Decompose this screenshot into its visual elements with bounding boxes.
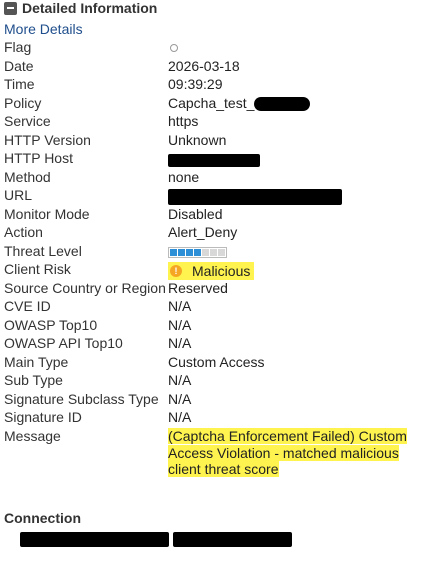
threat-segment [178,248,185,256]
flag-label: Flag [4,39,32,55]
owasp-api-label: OWASP API Top10 [4,335,123,351]
row-threat-level: Threat Level [0,242,424,261]
row-signature-subclass: Signature Subclass Type N/A [0,390,424,409]
row-owasp-api: OWASP API Top10 N/A [0,334,424,353]
row-service: Service https [0,112,424,131]
http-version-label: HTTP Version [4,131,91,148]
sub-type-label: Sub Type [4,372,63,388]
http-host-label: HTTP Host [4,150,73,166]
signature-id-label: Signature ID [4,409,82,425]
row-monitor-mode: Monitor Mode Disabled [0,205,424,224]
owasp-api-value: N/A [168,335,192,351]
cve-id-label: CVE ID [4,298,51,314]
action-label: Action [4,224,43,240]
row-main-type: Main Type Custom Access [0,353,424,372]
message-text: (Captcha Enforcement Failed) Custom Acce… [168,428,407,477]
monitor-mode-label: Monitor Mode [4,205,90,222]
time-value: 09:39:29 [168,76,223,92]
http-version-value: Unknown [168,131,227,148]
client-risk-value: Malicious [192,263,251,279]
connection-redaction-1 [20,532,169,547]
more-details-link[interactable]: More Details [4,21,83,37]
service-label: Service [4,113,51,129]
policy-value: Capcha_test_ [168,94,255,111]
row-http-version: HTTP Version Unknown [0,131,424,150]
main-type-value: Custom Access [168,353,265,370]
http-host-redaction [168,154,260,168]
threat-segment [170,248,177,256]
method-value: none [168,168,200,185]
row-cve-id: CVE ID N/A [0,297,424,316]
detailed-information-header[interactable]: Detailed Information [4,0,157,16]
method-label: Method [4,168,51,185]
source-country-label: Source Country or Region [4,279,166,296]
date-value: 2026-03-18 [168,57,240,74]
row-url: URL [0,186,424,205]
row-date: Date 2026-03-18 [0,57,424,76]
policy-label: Policy [4,94,42,111]
threat-level-label: Threat Level [4,242,82,259]
client-risk-badge: ! Malicious [168,262,255,280]
connection-title: Connection [4,510,81,526]
row-action: Action Alert_Deny [0,223,424,242]
threat-segment [194,248,201,256]
main-type-label: Main Type [4,353,69,370]
client-risk-label: Client Risk [4,261,71,277]
time-label: Time [4,76,35,92]
signature-subclass-value: N/A [168,390,192,407]
source-country-value: Reserved [168,279,228,296]
url-redaction [168,188,342,205]
owasp-top10-label: OWASP Top10 [4,316,98,333]
signature-id-value: N/A [168,409,192,425]
row-method: Method none [0,168,424,187]
row-owasp-top10: OWASP Top10 N/A [0,316,424,335]
threat-segment [210,248,217,256]
connection-redaction-2 [173,532,292,547]
threat-segment [186,248,193,256]
threat-segment [202,248,209,256]
service-value: https [168,113,199,129]
row-flag: Flag [0,38,424,57]
row-signature-id: Signature ID N/A [0,408,424,427]
policy-redaction [254,96,311,111]
signature-subclass-label: Signature Subclass Type [4,390,159,407]
monitor-mode-value: Disabled [168,205,223,222]
row-source-country: Source Country or Region Reserved [0,279,424,298]
message-value: (Captcha Enforcement Failed) Custom Acce… [168,428,424,478]
warning-icon: ! [170,265,182,277]
date-label: Date [4,57,34,74]
threat-segment [218,248,225,256]
sub-type-value: N/A [168,372,192,388]
details-list: Flag Date 2026-03-18 Time 09:39:29 Polic… [0,38,424,445]
action-value: Alert_Deny [168,224,238,240]
flag-dot-icon[interactable] [170,44,178,52]
owasp-top10-value: N/A [168,316,192,333]
row-client-risk: Client Risk ! Malicious [0,260,424,280]
row-http-host: HTTP Host [0,149,424,168]
row-time: Time 09:39:29 [0,75,424,94]
cve-id-value: N/A [168,298,192,314]
row-policy: Policy Capcha_test_ [0,94,424,113]
section-title: Detailed Information [22,0,158,16]
threat-level-meter [168,246,227,258]
url-label: URL [4,187,33,203]
minus-square-icon[interactable] [4,1,17,15]
row-sub-type: Sub Type N/A [0,371,424,390]
message-label: Message [4,427,61,444]
